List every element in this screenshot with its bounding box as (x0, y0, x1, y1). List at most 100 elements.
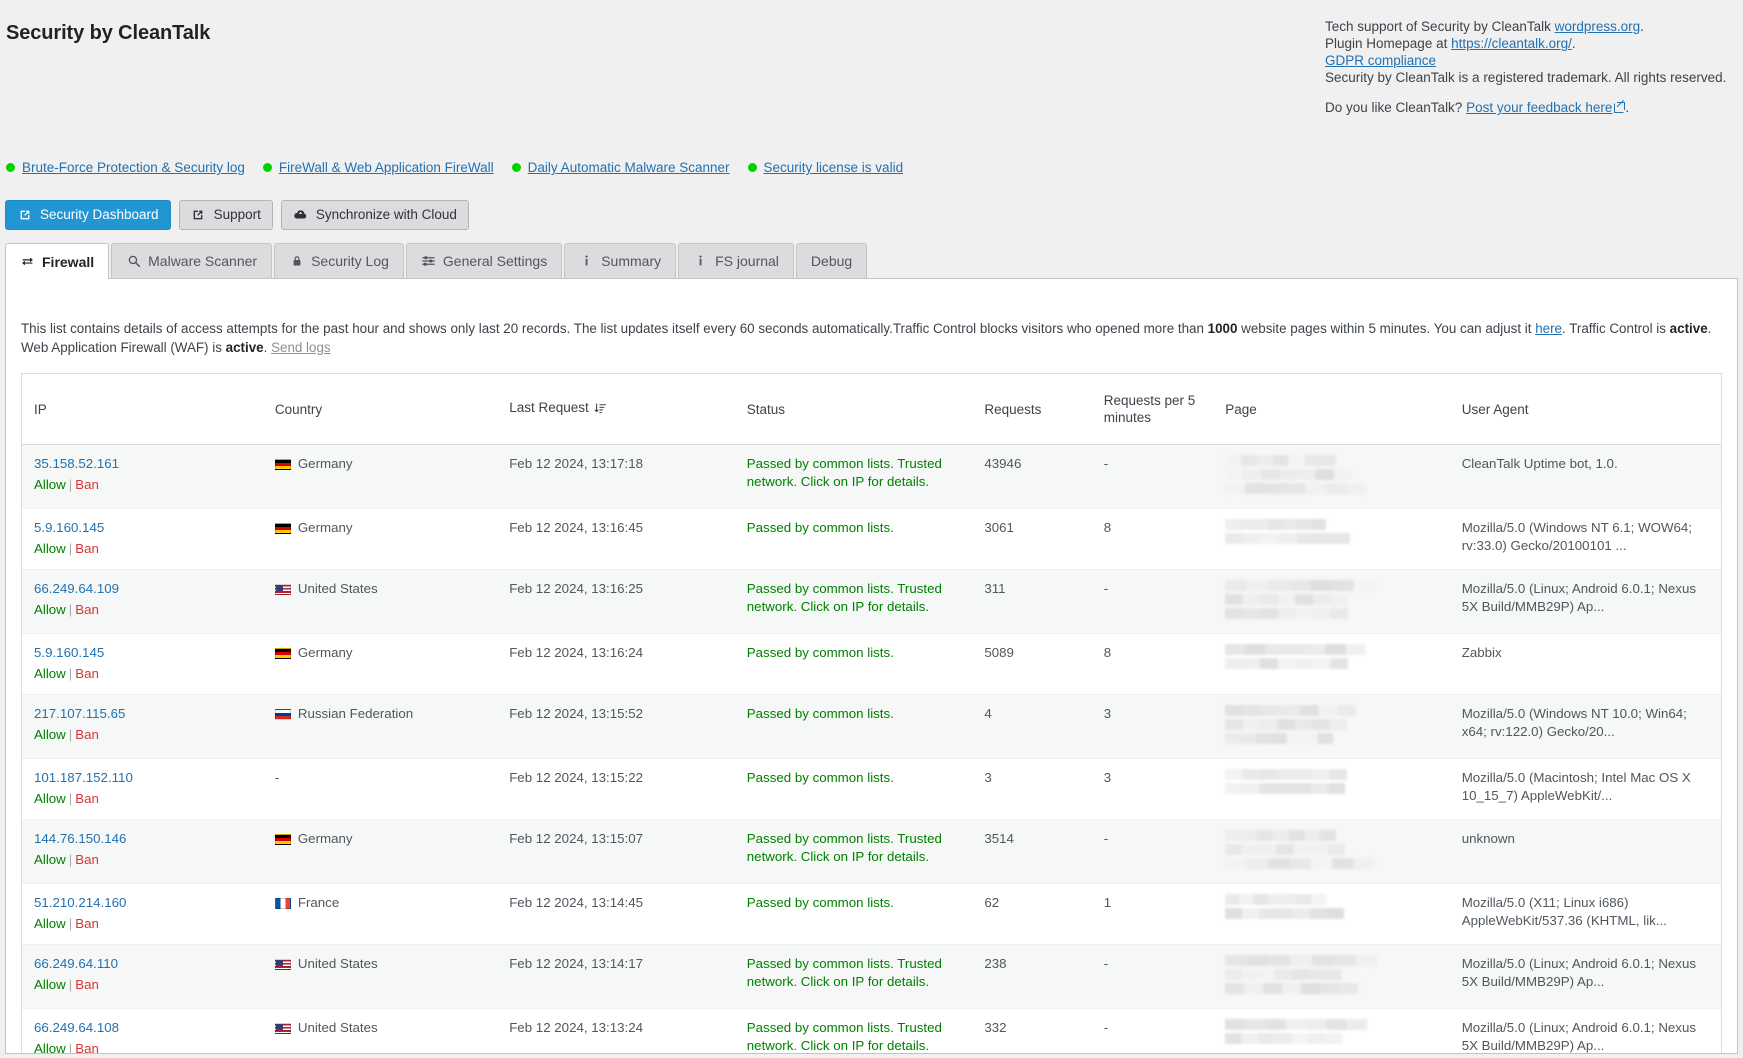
cell-page (1213, 944, 1450, 1009)
country-cell: Germany (274, 830, 487, 848)
ban-link[interactable]: Ban (75, 477, 99, 492)
allow-link[interactable]: Allow (34, 977, 66, 992)
allow-link[interactable]: Allow (34, 916, 66, 931)
column-header-last-request[interactable]: Last Request (497, 374, 735, 445)
ban-link[interactable]: Ban (75, 916, 99, 931)
ip-actions: Allow | Ban (34, 476, 253, 494)
cell-status: Passed by common lists. Trusted network.… (734, 944, 973, 1009)
tab-general-settings[interactable]: General Settings (405, 243, 563, 278)
tab-firewall-label: Firewall (42, 253, 95, 270)
ban-link[interactable]: Ban (75, 541, 99, 556)
homepage-line: Plugin Homepage at https://cleantalk.org… (1325, 35, 1725, 52)
column-header-ip[interactable]: IP (22, 374, 263, 445)
status-item-firewall[interactable]: FireWall & Web Application FireWall (262, 160, 494, 175)
tab-summary-label: Summary (601, 253, 662, 269)
ban-link[interactable]: Ban (75, 1041, 99, 1053)
tech-support-prefix: Tech support of Security by CleanTalk (1325, 19, 1555, 34)
allow-link[interactable]: Allow (34, 477, 66, 492)
send-logs-link[interactable]: Send logs (271, 340, 331, 355)
allow-link[interactable]: Allow (34, 852, 66, 867)
ip-link[interactable]: 217.107.115.65 (34, 705, 253, 723)
allow-link[interactable]: Allow (34, 541, 66, 556)
tab-fs-journal[interactable]: FS journal (678, 243, 794, 278)
ban-link[interactable]: Ban (75, 977, 99, 992)
ip-actions: Allow | Ban (34, 665, 253, 683)
cell-last-request: Feb 12 2024, 13:16:45 (497, 508, 735, 570)
ban-link[interactable]: Ban (75, 666, 99, 681)
cell-last-request: Feb 12 2024, 13:16:24 (497, 633, 735, 695)
status-link-malware-scanner[interactable]: Daily Automatic Malware Scanner (528, 160, 730, 175)
synchronize-with-cloud-button[interactable]: Synchronize with Cloud (280, 200, 469, 230)
cell-requests: 311 (972, 569, 1092, 634)
status-item-license[interactable]: Security license is valid (747, 160, 904, 175)
ip-link[interactable]: 144.76.150.146 (34, 830, 253, 848)
status-item-malware-scanner[interactable]: Daily Automatic Malware Scanner (511, 160, 730, 175)
status-link-license[interactable]: Security license is valid (764, 160, 904, 175)
ip-link[interactable]: 5.9.160.145 (34, 644, 253, 662)
column-header-page[interactable]: Page (1213, 374, 1450, 445)
cell-requests: 3061 (972, 508, 1092, 570)
cell-user-agent: CleanTalk Uptime bot, 1.0. (1449, 444, 1721, 509)
ban-link[interactable]: Ban (75, 852, 99, 867)
ip-link[interactable]: 66.249.64.108 (34, 1019, 253, 1037)
ip-link[interactable]: 5.9.160.145 (34, 519, 253, 537)
table-row: 101.187.152.110 Allow | Ban - Feb 12 2024, 13… (22, 758, 1721, 820)
cell-ip: 5.9.160.145 Allow | Ban (22, 508, 263, 570)
allow-link[interactable]: Allow (34, 666, 66, 681)
status-link-brute-force[interactable]: Brute-Force Protection & Security log (22, 160, 245, 175)
ip-actions: Allow | Ban (34, 601, 253, 619)
status-link-firewall[interactable]: FireWall & Web Application FireWall (279, 160, 494, 175)
ban-link[interactable]: Ban (75, 791, 99, 806)
ip-link[interactable]: 51.210.214.160 (34, 894, 253, 912)
cell-ip: 144.76.150.146 Allow | Ban (22, 819, 263, 884)
column-header-requests-per-5-minutes[interactable]: Requests per 5 minutes (1091, 374, 1214, 445)
support-label: Support (213, 207, 261, 223)
cell-requests-per-5-minutes: - (1091, 944, 1214, 1009)
allow-link[interactable]: Allow (34, 791, 66, 806)
cell-status: Passed by common lists. Trusted network.… (734, 444, 973, 509)
security-dashboard-button[interactable]: Security Dashboard (5, 200, 171, 230)
column-header-user-agent[interactable]: User Agent (1449, 374, 1721, 445)
ip-link[interactable]: 101.187.152.110 (34, 769, 253, 787)
cell-status: Passed by common lists. Trusted network.… (734, 569, 973, 634)
country-flag-icon (274, 708, 291, 720)
column-header-country[interactable]: Country (262, 374, 498, 445)
ip-actions: Allow | Ban (34, 1040, 253, 1053)
post-feedback-link[interactable]: Post your feedback here (1466, 100, 1612, 115)
cell-country: France (262, 883, 498, 945)
table-row: 35.158.52.161 Allow | Ban Germany Feb 12 2024… (22, 444, 1721, 509)
tab-firewall[interactable]: Firewall (5, 243, 110, 279)
cell-ip: 35.158.52.161 Allow | Ban (22, 444, 263, 509)
ip-link[interactable]: 66.249.64.110 (34, 955, 253, 973)
tab-summary[interactable]: Summary (564, 243, 677, 278)
support-button[interactable]: Support (178, 200, 273, 230)
tab-malware-scanner[interactable]: Malware Scanner (111, 243, 273, 278)
status-item-brute-force[interactable]: Brute-Force Protection & Security log (6, 160, 245, 175)
column-header-status[interactable]: Status (734, 374, 973, 445)
cell-status: Passed by common lists. Trusted network.… (734, 819, 973, 884)
country-label: Germany (297, 831, 353, 846)
ip-link[interactable]: 35.158.52.161 (34, 455, 253, 473)
allow-link[interactable]: Allow (34, 602, 66, 617)
ip-link[interactable]: 66.249.64.109 (34, 580, 253, 598)
column-header-requests[interactable]: Requests (972, 374, 1092, 445)
gdpr-compliance-link[interactable]: GDPR compliance (1325, 53, 1436, 68)
tab-debug[interactable]: Debug (795, 243, 868, 278)
cell-country: United States (262, 569, 498, 634)
ban-link[interactable]: Ban (75, 602, 99, 617)
ban-link[interactable]: Ban (75, 727, 99, 742)
allow-link[interactable]: Allow (34, 727, 66, 742)
cell-requests: 5089 (972, 633, 1092, 695)
cell-requests-per-5-minutes: 3 (1091, 758, 1214, 820)
page-title: Security by CleanTalk (6, 22, 211, 44)
wordpress-org-link[interactable]: wordpress.org (1555, 19, 1641, 34)
country-label: Germany (297, 520, 353, 535)
lock-icon (289, 254, 304, 269)
sort-descending-icon[interactable] (594, 402, 607, 419)
info-icon (579, 254, 594, 269)
adjust-here-link[interactable]: here (1535, 321, 1562, 336)
table-row: 144.76.150.146 Allow | Ban Germany Feb 12 202… (22, 819, 1721, 884)
cleantalk-homepage-link[interactable]: https://cleantalk.org/ (1451, 36, 1572, 51)
allow-link[interactable]: Allow (34, 1041, 66, 1053)
tab-security-log[interactable]: Security Log (274, 243, 404, 278)
